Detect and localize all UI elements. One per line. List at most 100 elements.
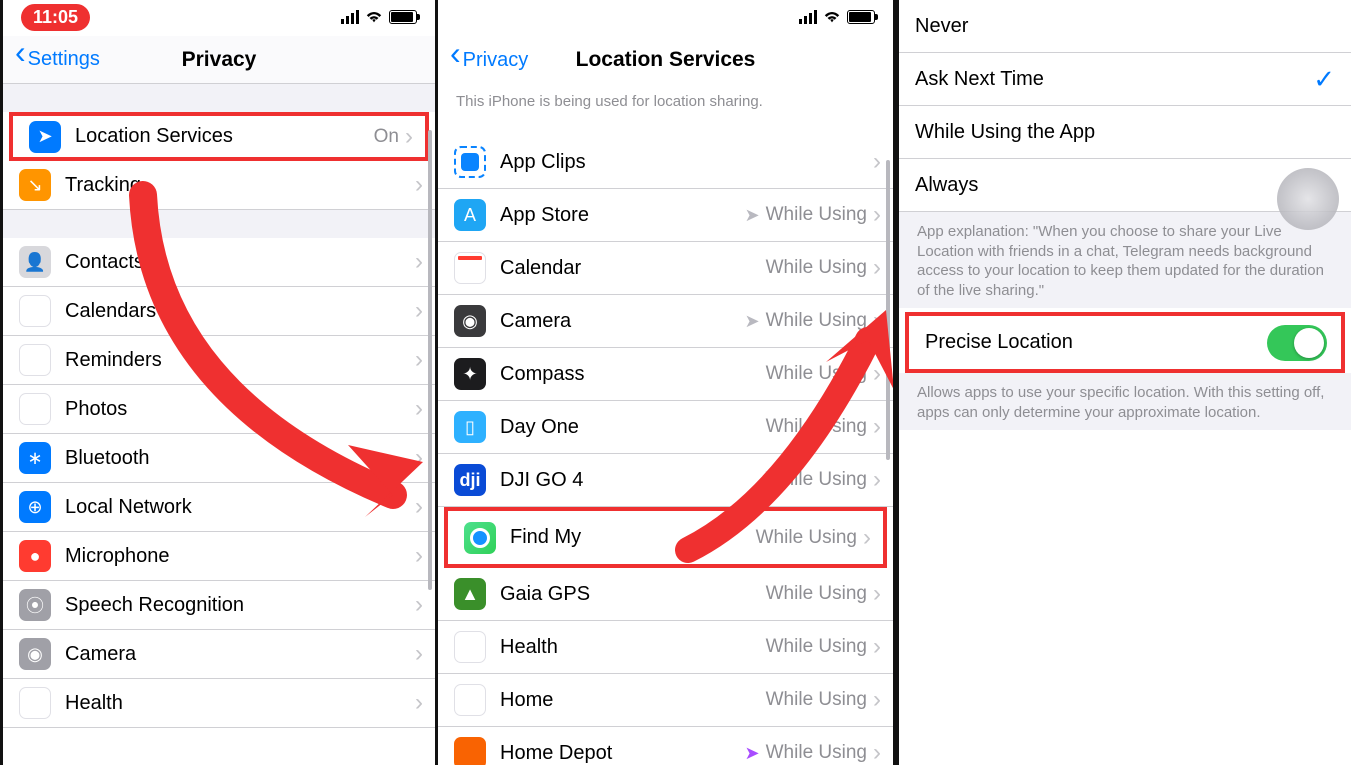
chevron-right-icon: › <box>415 297 423 325</box>
app-row-compass[interactable]: ✦CompassWhile Using› <box>438 348 893 401</box>
reminders-icon <box>19 344 51 376</box>
app-explanation: App explanation: "When you choose to sha… <box>899 212 1351 308</box>
app-row-calendar[interactable]: CalendarWhile Using› <box>438 242 893 295</box>
calendar-icon <box>454 252 486 284</box>
bluetooth-icon: ∗ <box>19 442 51 474</box>
row-location-services[interactable]: ➤Location ServicesOn› <box>9 112 429 161</box>
status-icons <box>341 10 417 24</box>
app-value: While Using <box>766 257 867 279</box>
chevron-right-icon: › <box>415 444 423 472</box>
chevron-right-icon: › <box>873 466 881 494</box>
app-label: Find My <box>510 526 756 549</box>
precise-location-toggle[interactable] <box>1267 325 1327 361</box>
row-reminders[interactable]: Reminders› <box>3 336 435 385</box>
precise-location-label: Precise Location <box>925 331 1267 354</box>
option-never[interactable]: Never <box>899 0 1351 53</box>
chevron-right-icon: › <box>873 254 881 282</box>
app-label: Camera <box>500 310 745 333</box>
app-store-icon: A <box>454 199 486 231</box>
row-camera[interactable]: ◉Camera› <box>3 630 435 679</box>
health-icon: ♥ <box>19 687 51 719</box>
chevron-right-icon: › <box>873 580 881 608</box>
precise-location-row[interactable]: Precise Location <box>909 316 1341 369</box>
app-row-app-store[interactable]: AApp Store➤While Using› <box>438 189 893 242</box>
status-bar <box>438 0 893 36</box>
chevron-right-icon: › <box>405 123 413 151</box>
scrollbar[interactable] <box>886 160 890 460</box>
app-value: While Using <box>766 583 867 605</box>
chevron-right-icon: › <box>415 171 423 199</box>
row-contacts[interactable]: 👤Contacts› <box>3 238 435 287</box>
app-row-app-clips[interactable]: App Clips› <box>438 136 893 189</box>
option-ask-next-time[interactable]: Ask Next Time✓ <box>899 53 1351 106</box>
wifi-icon <box>365 10 383 24</box>
chevron-right-icon: › <box>873 739 881 765</box>
app-row-day-one[interactable]: ▯Day OneWhile Using› <box>438 401 893 454</box>
option-while-using[interactable]: While Using the App <box>899 106 1351 159</box>
app-row-gaia-gps[interactable]: ▲Gaia GPSWhile Using› <box>438 568 893 621</box>
row-calendars[interactable]: Calendars› <box>3 287 435 336</box>
row-label: Microphone <box>65 545 415 568</box>
row-tracking[interactable]: ↘Tracking› <box>3 161 435 210</box>
app-label: Health <box>500 636 766 659</box>
row-microphone[interactable]: ●Microphone› <box>3 532 435 581</box>
chevron-left-icon <box>15 48 26 71</box>
option-label: Never <box>915 15 1351 38</box>
health-icon: ♥ <box>454 631 486 663</box>
app-label: DJI GO 4 <box>500 469 766 492</box>
chevron-right-icon: › <box>873 307 881 335</box>
app-value: While Using <box>766 416 867 438</box>
chevron-right-icon: › <box>415 248 423 276</box>
app-row-home[interactable]: ⌂HomeWhile Using› <box>438 674 893 727</box>
app-clips-icon <box>454 146 486 178</box>
local-network-icon: ⊕ <box>19 491 51 523</box>
app-label: App Clips <box>500 151 873 174</box>
app-row-health[interactable]: ♥HealthWhile Using› <box>438 621 893 674</box>
camera-icon: ◉ <box>454 305 486 337</box>
row-speech-recognition[interactable]: ⦿Speech Recognition› <box>3 581 435 630</box>
back-button[interactable]: Privacy <box>450 49 528 72</box>
back-button[interactable]: Settings <box>15 48 100 71</box>
nav-header: Privacy Location Services <box>438 36 893 84</box>
row-label: Contacts <box>65 251 415 274</box>
row-label: Calendars <box>65 300 415 323</box>
wifi-icon <box>823 10 841 24</box>
app-label: Gaia GPS <box>500 583 766 606</box>
assistive-touch-icon[interactable] <box>1277 168 1339 230</box>
app-row-home-depot[interactable]: Home Depot➤While Using› <box>438 727 893 765</box>
back-label: Settings <box>28 48 100 71</box>
app-row-dji-go-4[interactable]: djiDJI GO 4While Using› <box>438 454 893 507</box>
status-icons <box>799 10 875 24</box>
row-local-network[interactable]: ⊕Local Network› <box>3 483 435 532</box>
chevron-right-icon: › <box>873 360 881 388</box>
row-bluetooth[interactable]: ∗ Bluetooth› <box>3 434 435 483</box>
option-label: While Using the App <box>915 121 1351 144</box>
calendars-icon <box>19 295 51 327</box>
app-row-camera[interactable]: ◉Camera➤While Using› <box>438 295 893 348</box>
app-value: While Using <box>766 204 867 226</box>
chevron-right-icon: › <box>415 493 423 521</box>
section-gap <box>3 210 435 238</box>
chevron-right-icon: › <box>873 413 881 441</box>
tracking-icon: ↘ <box>19 169 51 201</box>
app-value: While Using <box>766 636 867 658</box>
row-health[interactable]: ♥Health› <box>3 679 435 728</box>
row-photos[interactable]: ✿Photos› <box>3 385 435 434</box>
app-label: Home Depot <box>500 742 745 765</box>
app-row-find-my[interactable]: Find MyWhile Using› <box>448 511 883 564</box>
app-label: Home <box>500 689 766 712</box>
sharing-note: This iPhone is being used for location s… <box>438 84 893 120</box>
app-label: Compass <box>500 363 766 386</box>
section-gap <box>3 84 435 112</box>
row-label: Location Services <box>75 125 374 148</box>
location-services-panel: Privacy Location Services This iPhone is… <box>438 0 896 765</box>
cellular-icon <box>341 10 359 24</box>
row-label: Speech Recognition <box>65 594 415 617</box>
dji-go-4-icon: dji <box>454 464 486 496</box>
chevron-right-icon: › <box>873 148 881 176</box>
chevron-right-icon: › <box>415 591 423 619</box>
chevron-right-icon: › <box>873 686 881 714</box>
row-label: Bluetooth <box>65 447 415 470</box>
scrollbar[interactable] <box>428 130 432 590</box>
find-my-icon <box>464 522 496 554</box>
